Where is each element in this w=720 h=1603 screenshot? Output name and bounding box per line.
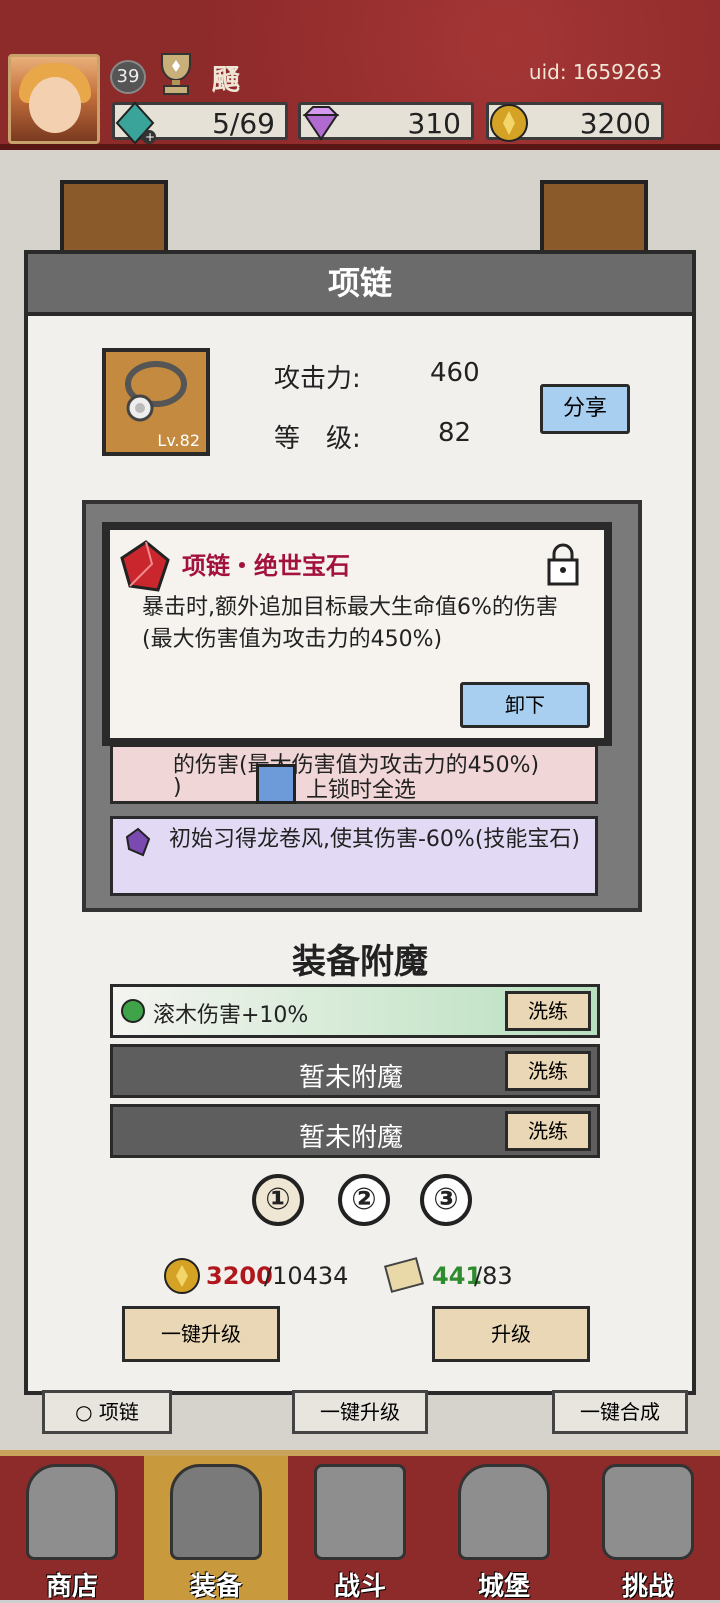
upgrade-button[interactable]: 升级 bbox=[432, 1306, 590, 1362]
nav-battle[interactable]: 战斗 bbox=[288, 1456, 432, 1602]
level-label: 等 级: bbox=[274, 424, 361, 454]
diamond-value: 310 bbox=[407, 107, 461, 140]
lock-select-label: 上锁时全选 bbox=[306, 778, 417, 803]
scroll-icon bbox=[383, 1257, 425, 1293]
gem-tooltip-body: 项链・绝世宝石 暴击时,额外追加目标最大生命值6%的伤害(最大伤害值为攻击力的4… bbox=[110, 530, 604, 738]
nav-shop[interactable]: 商店 bbox=[0, 1456, 144, 1602]
scroll-need: /83 bbox=[474, 1262, 513, 1290]
trophy-icon[interactable] bbox=[152, 50, 200, 96]
gem-row-ruby-tail: ) bbox=[173, 775, 182, 800]
necklace-detail-popup: 项链 Lv.82 攻击力: 460 等 级: 82 分享 的伤害(最大伤害值为攻… bbox=[24, 250, 696, 1395]
padlock-icon[interactable] bbox=[546, 542, 580, 586]
lock-select-checkbox[interactable] bbox=[256, 764, 296, 804]
necklace-icon bbox=[125, 361, 187, 422]
gem-row-amethyst[interactable]: 初始习得龙卷风,使其伤害-60%(技能宝石) bbox=[110, 816, 598, 896]
popup-title: 项链 bbox=[28, 254, 692, 316]
enchant-tab-2[interactable]: ② bbox=[338, 1174, 390, 1226]
crossed-swords-icon bbox=[314, 1464, 406, 1560]
item-level-label: Lv.82 bbox=[157, 431, 200, 450]
shop-icon bbox=[26, 1464, 118, 1560]
castle-icon bbox=[458, 1464, 550, 1560]
equip-slot-right[interactable] bbox=[540, 180, 648, 260]
top-status-bar: 39 颾 uid: 1659263 + 5/69 310 3200 bbox=[0, 0, 720, 150]
nav-challenge[interactable]: 挑战 bbox=[576, 1456, 720, 1602]
coin-have: 3200 bbox=[206, 1262, 273, 1290]
reroll-button-3[interactable]: 洗练 bbox=[505, 1111, 591, 1151]
enchant-tab-1[interactable]: ① bbox=[252, 1174, 304, 1226]
merge-all-button[interactable]: 一键合成 bbox=[552, 1390, 688, 1434]
coin-icon bbox=[490, 104, 528, 142]
reroll-button-2[interactable]: 洗练 bbox=[505, 1051, 591, 1091]
gem-energy-icon: + bbox=[115, 101, 156, 145]
unequip-button[interactable]: 卸下 bbox=[460, 682, 590, 728]
coin-icon bbox=[164, 1258, 200, 1294]
necklace-filter-icon: ○ bbox=[75, 1400, 93, 1424]
nav-equipment-label: 装备 bbox=[189, 1572, 242, 1602]
diamond-bar[interactable]: 310 bbox=[298, 102, 474, 141]
svg-text:+: + bbox=[145, 130, 155, 144]
energy-bar[interactable]: + 5/69 bbox=[112, 101, 288, 145]
attack-value: 460 bbox=[430, 358, 480, 388]
emerald-icon bbox=[121, 999, 145, 1023]
nav-battle-label: 战斗 bbox=[333, 1572, 386, 1602]
gem-tooltip: 项链・绝世宝石 暴击时,额外追加目标最大生命值6%的伤害(最大伤害值为攻击力的4… bbox=[102, 522, 612, 746]
player-level-badge: 39 bbox=[110, 60, 146, 94]
energy-value: 5/69 bbox=[212, 107, 275, 140]
enchant-title: 装备附魔 bbox=[292, 942, 428, 982]
level-value: 82 bbox=[438, 418, 472, 448]
equip-slot-left[interactable] bbox=[60, 180, 168, 260]
diamond-icon bbox=[302, 106, 340, 141]
nav-shop-label: 商店 bbox=[45, 1572, 98, 1602]
gem-tooltip-title: 项链・绝世宝石 bbox=[182, 552, 350, 580]
coin-bar[interactable]: 3200 bbox=[486, 102, 664, 142]
amethyst-gem-icon bbox=[125, 827, 151, 857]
bag-upgrade-all-button[interactable]: 一键升级 bbox=[292, 1390, 428, 1434]
nav-equipment[interactable]: 装备 bbox=[144, 1456, 288, 1602]
coin-need: /10434 bbox=[264, 1262, 349, 1290]
coin-value: 3200 bbox=[579, 107, 651, 140]
necklace-item-slot[interactable]: Lv.82 bbox=[102, 348, 210, 456]
gem-row-amethyst-text: 初始习得龙卷风,使其伤害-60%(技能宝石) bbox=[169, 827, 580, 852]
enchant-tab-3[interactable]: ③ bbox=[420, 1174, 472, 1226]
avatar[interactable] bbox=[8, 54, 100, 144]
nav-castle[interactable]: 城堡 bbox=[432, 1456, 576, 1602]
nav-castle-label: 城堡 bbox=[477, 1572, 530, 1602]
reroll-button-1[interactable]: 洗练 bbox=[505, 991, 591, 1031]
filter-necklace-label: 项链 bbox=[98, 1400, 139, 1424]
nav-challenge-label: 挑战 bbox=[621, 1572, 674, 1602]
gem-tooltip-description: 暴击时,额外追加目标最大生命值6%的伤害(最大伤害值为攻击力的450%) bbox=[142, 595, 558, 652]
bottom-navigation: 商店 装备 战斗 城堡 挑战 bbox=[0, 1450, 720, 1602]
backpack-icon bbox=[170, 1464, 262, 1560]
upgrade-all-button[interactable]: 一键升级 bbox=[122, 1306, 280, 1362]
enchant-slot-2: 暂未附魔 洗练 bbox=[110, 1044, 600, 1098]
enchant-slot-1-text: 滚木伤害+10% bbox=[153, 1003, 309, 1028]
ruby-gem-icon bbox=[120, 540, 170, 592]
filter-necklace-button[interactable]: ○ 项链 bbox=[42, 1390, 172, 1434]
enchant-slot-2-text: 暂未附魔 bbox=[299, 1063, 404, 1093]
shield-icon bbox=[602, 1464, 694, 1560]
share-button[interactable]: 分享 bbox=[540, 384, 630, 434]
uid-label: uid: 1659263 bbox=[528, 60, 662, 84]
attack-label: 攻击力: bbox=[274, 364, 361, 394]
enchant-slot-3: 暂未附魔 洗练 bbox=[110, 1104, 600, 1158]
player-name: 颾 bbox=[212, 63, 241, 96]
enchant-slot-3-text: 暂未附魔 bbox=[299, 1123, 404, 1153]
enchant-slot-1: 滚木伤害+10% 洗练 bbox=[110, 984, 600, 1038]
